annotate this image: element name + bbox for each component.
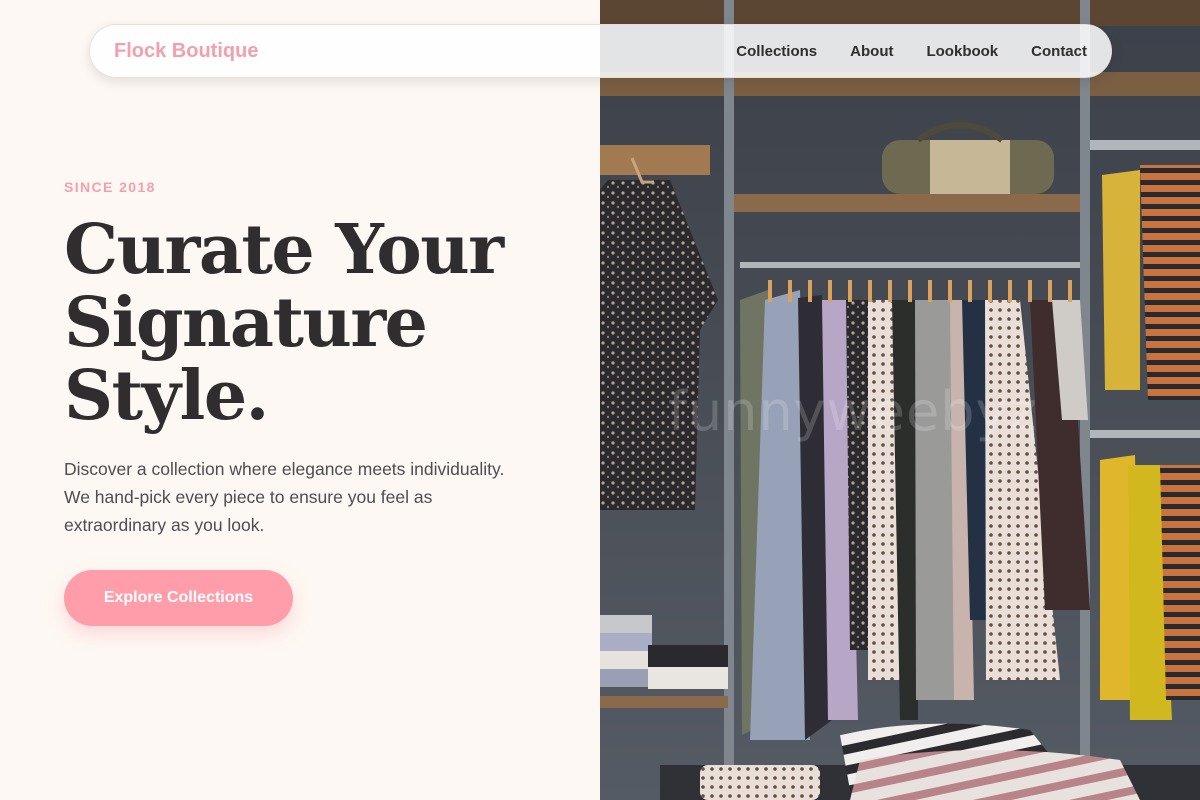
image-watermark: funnyweebyz — [668, 380, 1038, 443]
nav-link-contact[interactable]: Contact — [1031, 43, 1087, 60]
nav-link-collections[interactable]: Collections — [736, 43, 817, 60]
hero-panel: SINCE 2018 Curate Your Signature Style. … — [0, 0, 600, 800]
explore-collections-button[interactable]: Explore Collections — [64, 570, 293, 626]
hero-eyebrow: SINCE 2018 — [64, 179, 156, 195]
top-navigation: Flock Boutique Collections About Lookboo… — [89, 24, 1112, 78]
nav-link-lookbook[interactable]: Lookbook — [926, 43, 998, 60]
nav-links: Collections About Lookbook Contact — [736, 43, 1087, 60]
headline-line-1: Curate Your — [64, 210, 504, 290]
hero-headline: Curate Your Signature Style. — [64, 214, 564, 433]
brand-logo[interactable]: Flock Boutique — [114, 40, 258, 63]
hero-description: Discover a collection where elegance mee… — [64, 459, 505, 535]
headline-line-2: Signature — [64, 283, 428, 363]
headline-line-3: Style. — [64, 356, 269, 436]
nav-link-about[interactable]: About — [850, 43, 893, 60]
